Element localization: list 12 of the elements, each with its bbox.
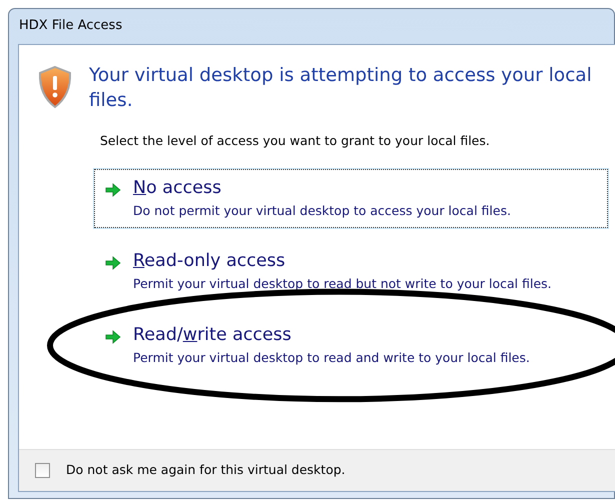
warning-shield-icon (37, 64, 73, 108)
checkbox[interactable] (35, 463, 50, 478)
arrow-icon (105, 183, 121, 198)
arrow-icon (105, 256, 121, 270)
access-option[interactable]: Read-only access Permit your virtual desktop to read but not write to your local files. (94, 242, 608, 302)
window-title: HDX File Access (18, 17, 124, 35)
access-option[interactable]: Read/write access Permit your virtual desktop to read and write to your local files. (94, 316, 608, 376)
heading: Your virtual desktop is attempting to access your local files. (89, 64, 593, 114)
arrow-icon (105, 330, 121, 344)
instruction-text: Select the level of access you want to grant to your local files. (100, 132, 491, 150)
access-option[interactable]: No access Do not permit your virtual desktop to access your local files. (94, 169, 608, 228)
checkbox-label: Do not ask me again for this virtual desktop. (66, 461, 346, 480)
